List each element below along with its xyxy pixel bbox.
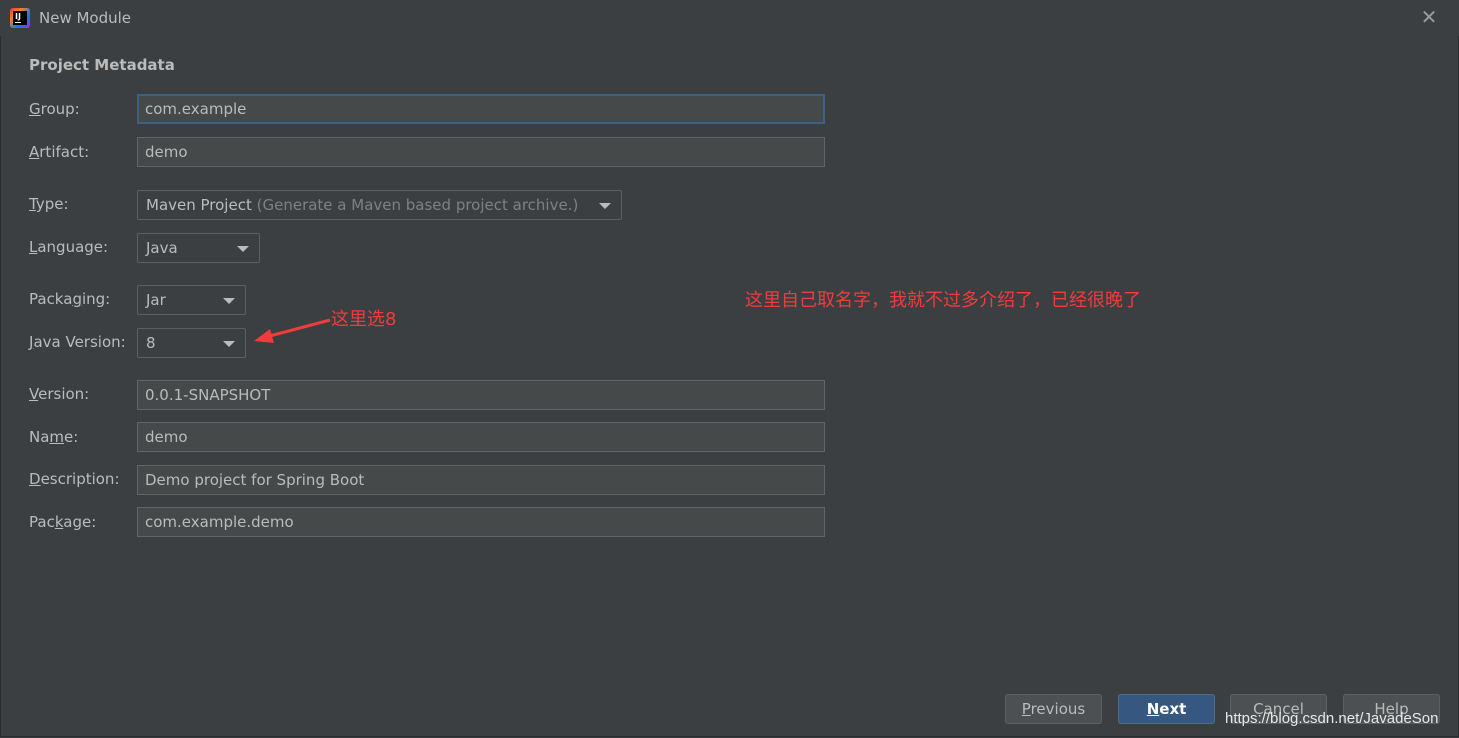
red-arrow-icon bbox=[254, 318, 331, 343]
package-label: Package: bbox=[29, 513, 97, 531]
group-field[interactable]: com.example bbox=[137, 94, 825, 124]
artifact-field[interactable]: demo bbox=[137, 137, 825, 167]
name-label: Name: bbox=[29, 428, 79, 446]
type-value: Maven Project bbox=[146, 196, 252, 214]
chevron-down-icon bbox=[223, 341, 235, 347]
packaging-dropdown[interactable]: Jar bbox=[137, 285, 246, 315]
version-label: Version: bbox=[29, 385, 90, 403]
chevron-down-icon bbox=[599, 203, 611, 209]
version-field[interactable]: 0.0.1-SNAPSHOT bbox=[137, 380, 825, 410]
java-version-dropdown[interactable]: 8 bbox=[137, 328, 246, 358]
packaging-value: Jar bbox=[146, 291, 166, 309]
window-title: New Module bbox=[39, 9, 132, 27]
watermark: https://blog.csdn.net/JavadeSon bbox=[1225, 710, 1439, 727]
packaging-label: Packaging: bbox=[29, 290, 111, 308]
name-field[interactable]: demo bbox=[137, 422, 825, 452]
name-note: 这里自己取名字，我就不过多介绍了，已经很晚了 bbox=[745, 290, 1141, 311]
section-title: Project Metadata bbox=[29, 56, 175, 74]
java-version-label: Java Version: bbox=[29, 333, 126, 351]
package-field[interactable]: com.example.demo bbox=[137, 507, 825, 537]
close-icon[interactable]: ✕ bbox=[1419, 7, 1439, 27]
type-hint: (Generate a Maven based project archive.… bbox=[256, 196, 579, 214]
description-label: Description: bbox=[29, 470, 120, 488]
java-version-note: 这里选8 bbox=[331, 309, 397, 330]
type-dropdown[interactable]: Maven Project (Generate a Maven based pr… bbox=[137, 190, 622, 220]
description-field[interactable]: Demo project for Spring Boot bbox=[137, 465, 825, 495]
language-label: Language: bbox=[29, 238, 109, 256]
artifact-label: Artifact: bbox=[29, 143, 90, 161]
group-label: Group: bbox=[29, 100, 80, 118]
language-value: Java bbox=[146, 239, 178, 257]
previous-button[interactable]: Previous bbox=[1005, 694, 1102, 724]
intellij-app-icon: IJ bbox=[10, 8, 30, 28]
java-version-value: 8 bbox=[146, 334, 156, 352]
chevron-down-icon bbox=[237, 246, 249, 252]
type-label: Type: bbox=[29, 195, 69, 213]
next-button[interactable]: Next bbox=[1118, 694, 1215, 724]
title-bar: IJ New Module ✕ bbox=[0, 0, 1459, 36]
chevron-down-icon bbox=[223, 298, 235, 304]
language-dropdown[interactable]: Java bbox=[137, 233, 260, 263]
